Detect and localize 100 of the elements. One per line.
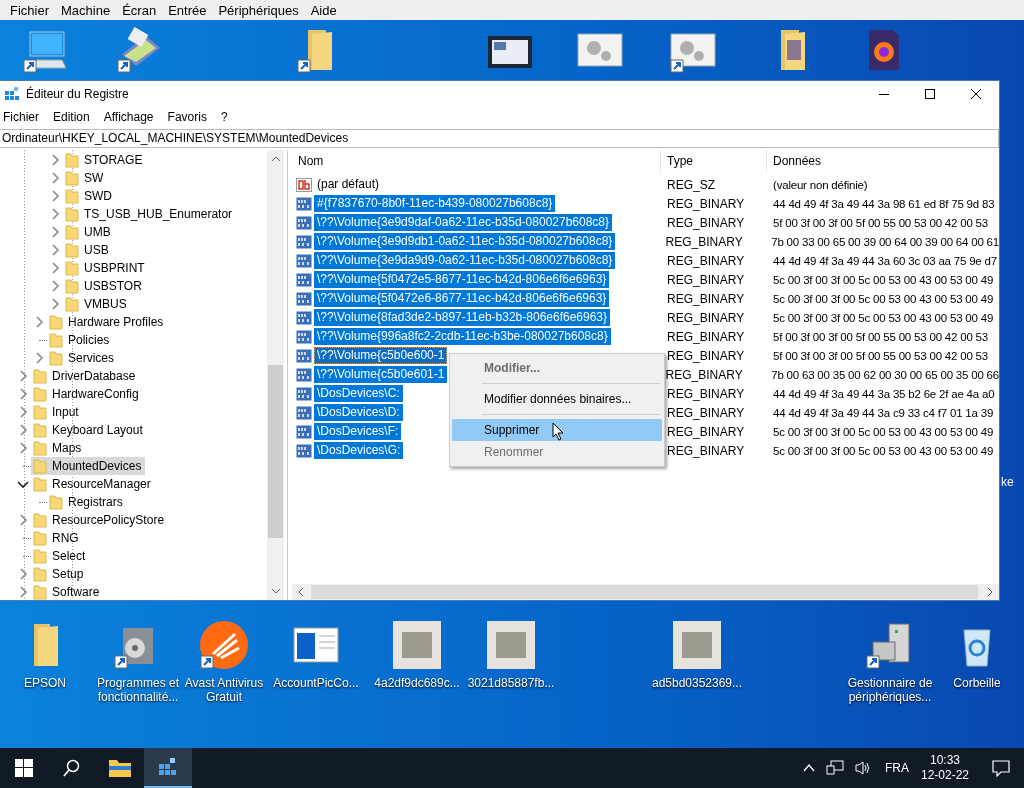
value-name[interactable]: \DosDevices\G: <box>314 442 404 459</box>
host-menu-item[interactable]: Écran <box>116 2 163 18</box>
menu-item[interactable]: Affichage <box>100 110 159 124</box>
caret-right-icon <box>988 588 993 596</box>
tree-item[interactable]: USBSTOR <box>63 277 146 295</box>
binary-value-icon <box>296 385 312 402</box>
caret-left-icon <box>298 588 303 596</box>
folder-icon <box>65 296 79 312</box>
tree-item[interactable]: ResourceManager <box>31 475 155 493</box>
tree-item[interactable]: UMB <box>63 223 115 241</box>
menu-item[interactable]: Fichier <box>0 110 44 124</box>
tree-item[interactable]: SW <box>63 169 108 187</box>
clock[interactable]: 10:33 12-02-22 <box>920 753 969 783</box>
tree-item[interactable]: STORAGE <box>63 151 147 169</box>
desktop-icon-label[interactable]: EPSON <box>24 676 66 690</box>
tree-item[interactable]: Setup <box>31 565 88 583</box>
column-header[interactable]: Nom <box>292 150 661 172</box>
context-menu-item[interactable]: Supprimer <box>452 419 662 441</box>
scrollbar-thumb[interactable] <box>311 585 978 599</box>
folder-icon <box>33 548 47 564</box>
photo-placeholder[interactable] <box>486 620 536 670</box>
tree-item[interactable]: RNG <box>31 529 83 547</box>
tree-item[interactable]: DriverDatabase <box>31 367 140 385</box>
binary-value-icon <box>296 442 312 459</box>
value-name[interactable]: \??\Volume{3e9da9d9-0a62-11ec-b35d-080027b608c8} <box>314 252 616 269</box>
value-name[interactable]: \??\Volume{3e9d9db1-0a62-11ec-b35d-080027b608c8} <box>314 233 616 250</box>
host-menu-item[interactable]: Fichier <box>4 2 55 18</box>
menu-item[interactable]: Favoris <box>164 110 212 124</box>
photo-placeholder[interactable] <box>392 620 442 670</box>
menu-item[interactable]: Edition <box>50 110 95 124</box>
close-icon <box>971 88 981 99</box>
desktop-icon-label[interactable]: Corbeille <box>953 676 1001 690</box>
tree-item[interactable]: TS_USB_HUB_Enumerator <box>63 205 237 223</box>
value-name[interactable]: \??\Volume{5f0472e5-8677-11ec-b42d-806e6f6e6963} <box>314 271 610 288</box>
folder-icon <box>65 152 79 168</box>
language-indicator[interactable]: FRA <box>884 761 909 775</box>
value-data: 7b 00 33 00 65 00 39 00 64 00 39 00 64 00 61 <box>771 235 999 248</box>
tree-item[interactable]: Software <box>31 583 104 600</box>
tree-item[interactable]: Services <box>47 349 118 367</box>
value-name[interactable]: \??\Volume{8fad3de2-b897-11eb-b32b-806e6f6e6963} <box>314 309 611 326</box>
address-field[interactable]: Ordinateur\HKEY_LOCAL_MACHINE\SYSTEM\MountedDevices <box>0 129 999 148</box>
desktop-icon-label: ke <box>1001 475 1014 489</box>
value-name[interactable]: \??\Volume{5f0472e6-8677-11ec-b42d-806e6f6e6963} <box>314 290 610 307</box>
value-data: 5f 00 3f 00 3f 00 5f 00 55 00 53 00 42 00 53 <box>773 349 989 362</box>
tree-item[interactable]: Registrars <box>47 493 127 511</box>
context-menu-item[interactable]: Modifier données binaires... <box>452 388 662 410</box>
value-name[interactable]: \DosDevices\D: <box>314 404 403 421</box>
tree-item[interactable]: MountedDevices <box>31 457 146 475</box>
desktop-icon-label[interactable]: ad5bd0352369... <box>651 676 743 690</box>
value-name[interactable]: \??\Volume{996a8fc2-2cdb-11ec-b3be-080027b608c8} <box>314 328 611 345</box>
desktop-icon-label[interactable]: 3021d85887fb... <box>467 676 555 690</box>
tree-item[interactable]: Maps <box>31 439 86 457</box>
tree-item[interactable]: SWD <box>63 187 116 205</box>
value-name[interactable]: \??\Volume{c5b0e600-1 <box>314 347 448 364</box>
folder-icon <box>49 332 63 348</box>
network-icon[interactable] <box>825 760 844 776</box>
tree-item[interactable]: HardwareConfig <box>31 385 143 403</box>
column-header[interactable]: Type <box>661 150 767 172</box>
value-name[interactable]: #{f7837670-8b0f-11ec-b439-080027b608c8} <box>314 195 556 212</box>
value-name[interactable]: \??\Volume{c5b0e601-1 <box>314 366 448 383</box>
tree-item[interactable]: USB <box>63 241 113 259</box>
folder-icon <box>33 386 47 402</box>
host-menu-item[interactable]: Machine <box>55 2 117 18</box>
tree-item[interactable]: VMBUS <box>63 295 131 313</box>
tree-item[interactable]: USBPRINT <box>63 259 149 277</box>
folder-icon <box>108 758 132 778</box>
tree-item[interactable]: Hardware Profiles <box>47 313 168 331</box>
tree-item[interactable]: Keyboard Layout <box>31 421 147 439</box>
value-name[interactable]: \DosDevices\F: <box>314 423 402 440</box>
column-header[interactable]: Données <box>767 150 999 172</box>
desktop-icon-label[interactable]: Avast Antivirus Gratuit <box>181 676 267 704</box>
value-type: REG_SZ <box>666 177 716 192</box>
value-name[interactable]: \DosDevices\C: <box>314 385 403 402</box>
host-menu-item[interactable]: Aide <box>304 2 343 18</box>
regedit-taskbar-button[interactable] <box>144 748 192 788</box>
value-name[interactable]: (par défaut) <box>314 176 383 193</box>
menu-item[interactable]: ? <box>217 110 233 124</box>
avast-icon[interactable] <box>199 620 249 670</box>
tree-item[interactable]: Select <box>31 547 90 565</box>
binary-value-icon <box>296 233 312 250</box>
photo-placeholder[interactable] <box>672 620 722 670</box>
value-name[interactable]: \??\Volume{3e9d9daf-0a62-11ec-b35d-080027b608c8} <box>314 214 613 231</box>
desktop-icon-label[interactable]: Programmes et fonctionnalité... <box>95 676 181 704</box>
folder-icon <box>33 440 47 456</box>
desktop-icon-label[interactable]: Gestionnaire de périphériques... <box>847 676 933 704</box>
mouse-pointer-icon <box>552 422 566 442</box>
value-data: 5c 00 3f 00 3f 00 5c 00 53 00 43 00 53 00 49 <box>773 273 995 286</box>
registry-icon <box>157 756 179 778</box>
host-menu-item[interactable]: Entrée <box>162 2 213 18</box>
volume-icon[interactable] <box>853 760 872 776</box>
tree-item[interactable]: Policies <box>47 331 114 349</box>
value-data: 44 4d 49 4f 3a 49 44 3a 60 3c 03 aa 75 9e d7 <box>773 254 998 267</box>
notification-icon[interactable] <box>992 759 1010 777</box>
tree-item[interactable]: Input <box>31 403 83 421</box>
host-menu-item[interactable]: Périphériques <box>212 2 305 18</box>
value-type: REG_BINARY <box>666 272 746 287</box>
tree-item[interactable]: ResourcePolicyStore <box>31 511 169 529</box>
desktop-icon-label[interactable]: 4a2df9dc689c... <box>374 676 460 690</box>
scrollbar-thumb[interactable] <box>268 365 283 538</box>
desktop-icon-label[interactable]: AccountPicCo... <box>273 676 359 690</box>
